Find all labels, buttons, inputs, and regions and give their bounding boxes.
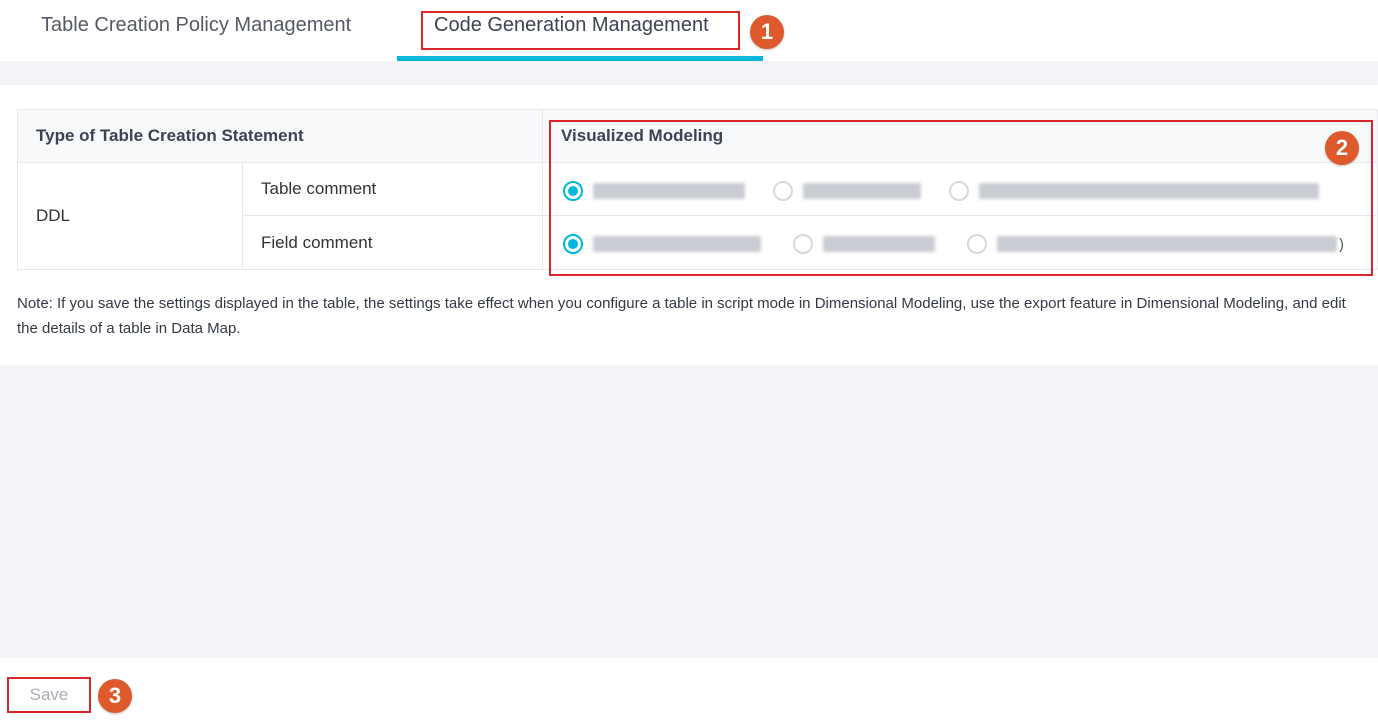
group-cell-ddl: DDL	[18, 163, 243, 269]
column-header-type: Type of Table Creation Statement	[18, 110, 543, 163]
highlight-box-tab	[421, 11, 740, 50]
tab-table-creation-policy[interactable]: Table Creation Policy Management	[41, 14, 351, 37]
tab-bar: Table Creation Policy Management Code Ge…	[0, 0, 1378, 61]
content-gutter	[0, 61, 1378, 85]
row-label-table-comment: Table comment	[243, 163, 543, 216]
empty-content-area	[0, 366, 1378, 658]
note-text: Note: If you save the settings displayed…	[17, 295, 1346, 337]
callout-badge-2: 2	[1325, 131, 1359, 165]
save-button[interactable]: Save	[7, 677, 91, 713]
highlight-box-visualized-modeling	[549, 120, 1373, 276]
row-label-field-comment: Field comment	[243, 216, 543, 269]
callout-badge-3: 3	[98, 679, 132, 713]
callout-badge-1: 1	[750, 15, 784, 49]
